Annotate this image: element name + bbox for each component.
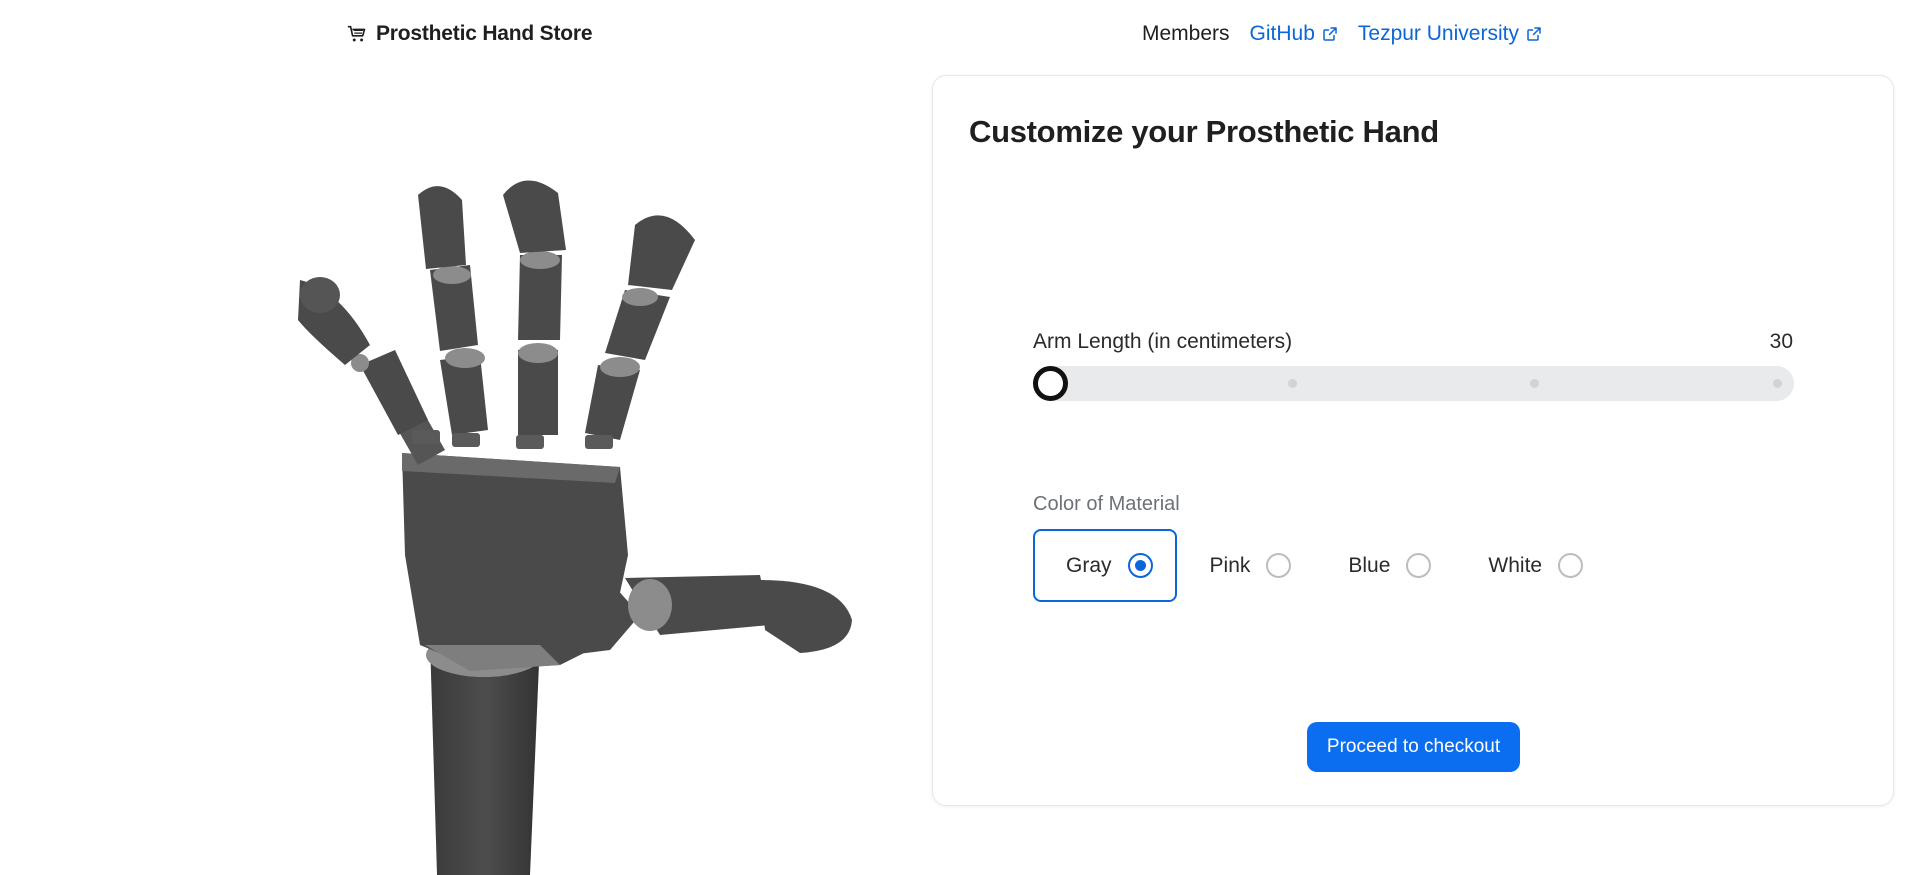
hand-3d-viewer[interactable] xyxy=(0,75,930,875)
slider-thumb[interactable] xyxy=(1032,366,1068,401)
brand-link[interactable]: Prosthetic Hand Store xyxy=(346,22,593,46)
nav-link-label: GitHub xyxy=(1249,22,1315,45)
nav-link-github[interactable]: GitHub xyxy=(1250,22,1338,46)
radio-pink[interactable] xyxy=(1266,553,1292,578)
arm-length-slider[interactable] xyxy=(1032,366,1794,401)
prosthetic-hand-model xyxy=(298,180,852,875)
slider-step-dot xyxy=(1772,379,1782,388)
color-option-label: White xyxy=(1488,553,1543,577)
color-option-pink[interactable]: Pink xyxy=(1177,529,1316,602)
radio-gray[interactable] xyxy=(1127,553,1153,578)
external-link-icon xyxy=(1526,26,1542,42)
color-option-gray[interactable]: Gray xyxy=(1033,529,1177,602)
thumb xyxy=(565,570,852,655)
color-option-label: Gray xyxy=(1066,553,1112,577)
finger-middle xyxy=(503,180,566,435)
checkout-button[interactable]: Proceed to checkout xyxy=(1307,722,1520,772)
nav-link-label: Members xyxy=(1142,22,1230,45)
color-option-label: Blue xyxy=(1348,553,1391,577)
customize-card: Customize your Prosthetic Hand Arm Lengt… xyxy=(932,75,1894,806)
color-material-label: Color of Material xyxy=(1033,493,1180,515)
external-link-icon xyxy=(1322,26,1338,42)
color-radio-group: Gray Pink Blue White xyxy=(1033,529,1607,602)
arm-length-label: Arm Length (in centimeters) xyxy=(1033,330,1293,353)
slider-step-dot xyxy=(1530,379,1540,388)
arm-length-value: 30 xyxy=(1769,330,1793,353)
cart-icon xyxy=(346,23,368,45)
radio-white[interactable] xyxy=(1558,553,1584,578)
page-title: Customize your Prosthetic Hand xyxy=(969,114,1439,149)
color-option-white[interactable]: White xyxy=(1455,529,1607,602)
radio-blue[interactable] xyxy=(1406,553,1432,578)
color-option-label: Pink xyxy=(1209,553,1251,577)
nav-link-tezpur-university[interactable]: Tezpur University xyxy=(1358,22,1542,46)
nav-link-members[interactable]: Members xyxy=(1142,22,1230,46)
finger-index xyxy=(585,215,695,440)
brand-name: Prosthetic Hand Store xyxy=(376,22,593,45)
slider-step-dot xyxy=(1287,379,1297,388)
finger-ring xyxy=(418,186,488,435)
nav-link-label: Tezpur University xyxy=(1357,22,1519,45)
top-nav: Members GitHub Tezpur University xyxy=(1142,22,1542,46)
color-option-blue[interactable]: Blue xyxy=(1315,529,1455,602)
